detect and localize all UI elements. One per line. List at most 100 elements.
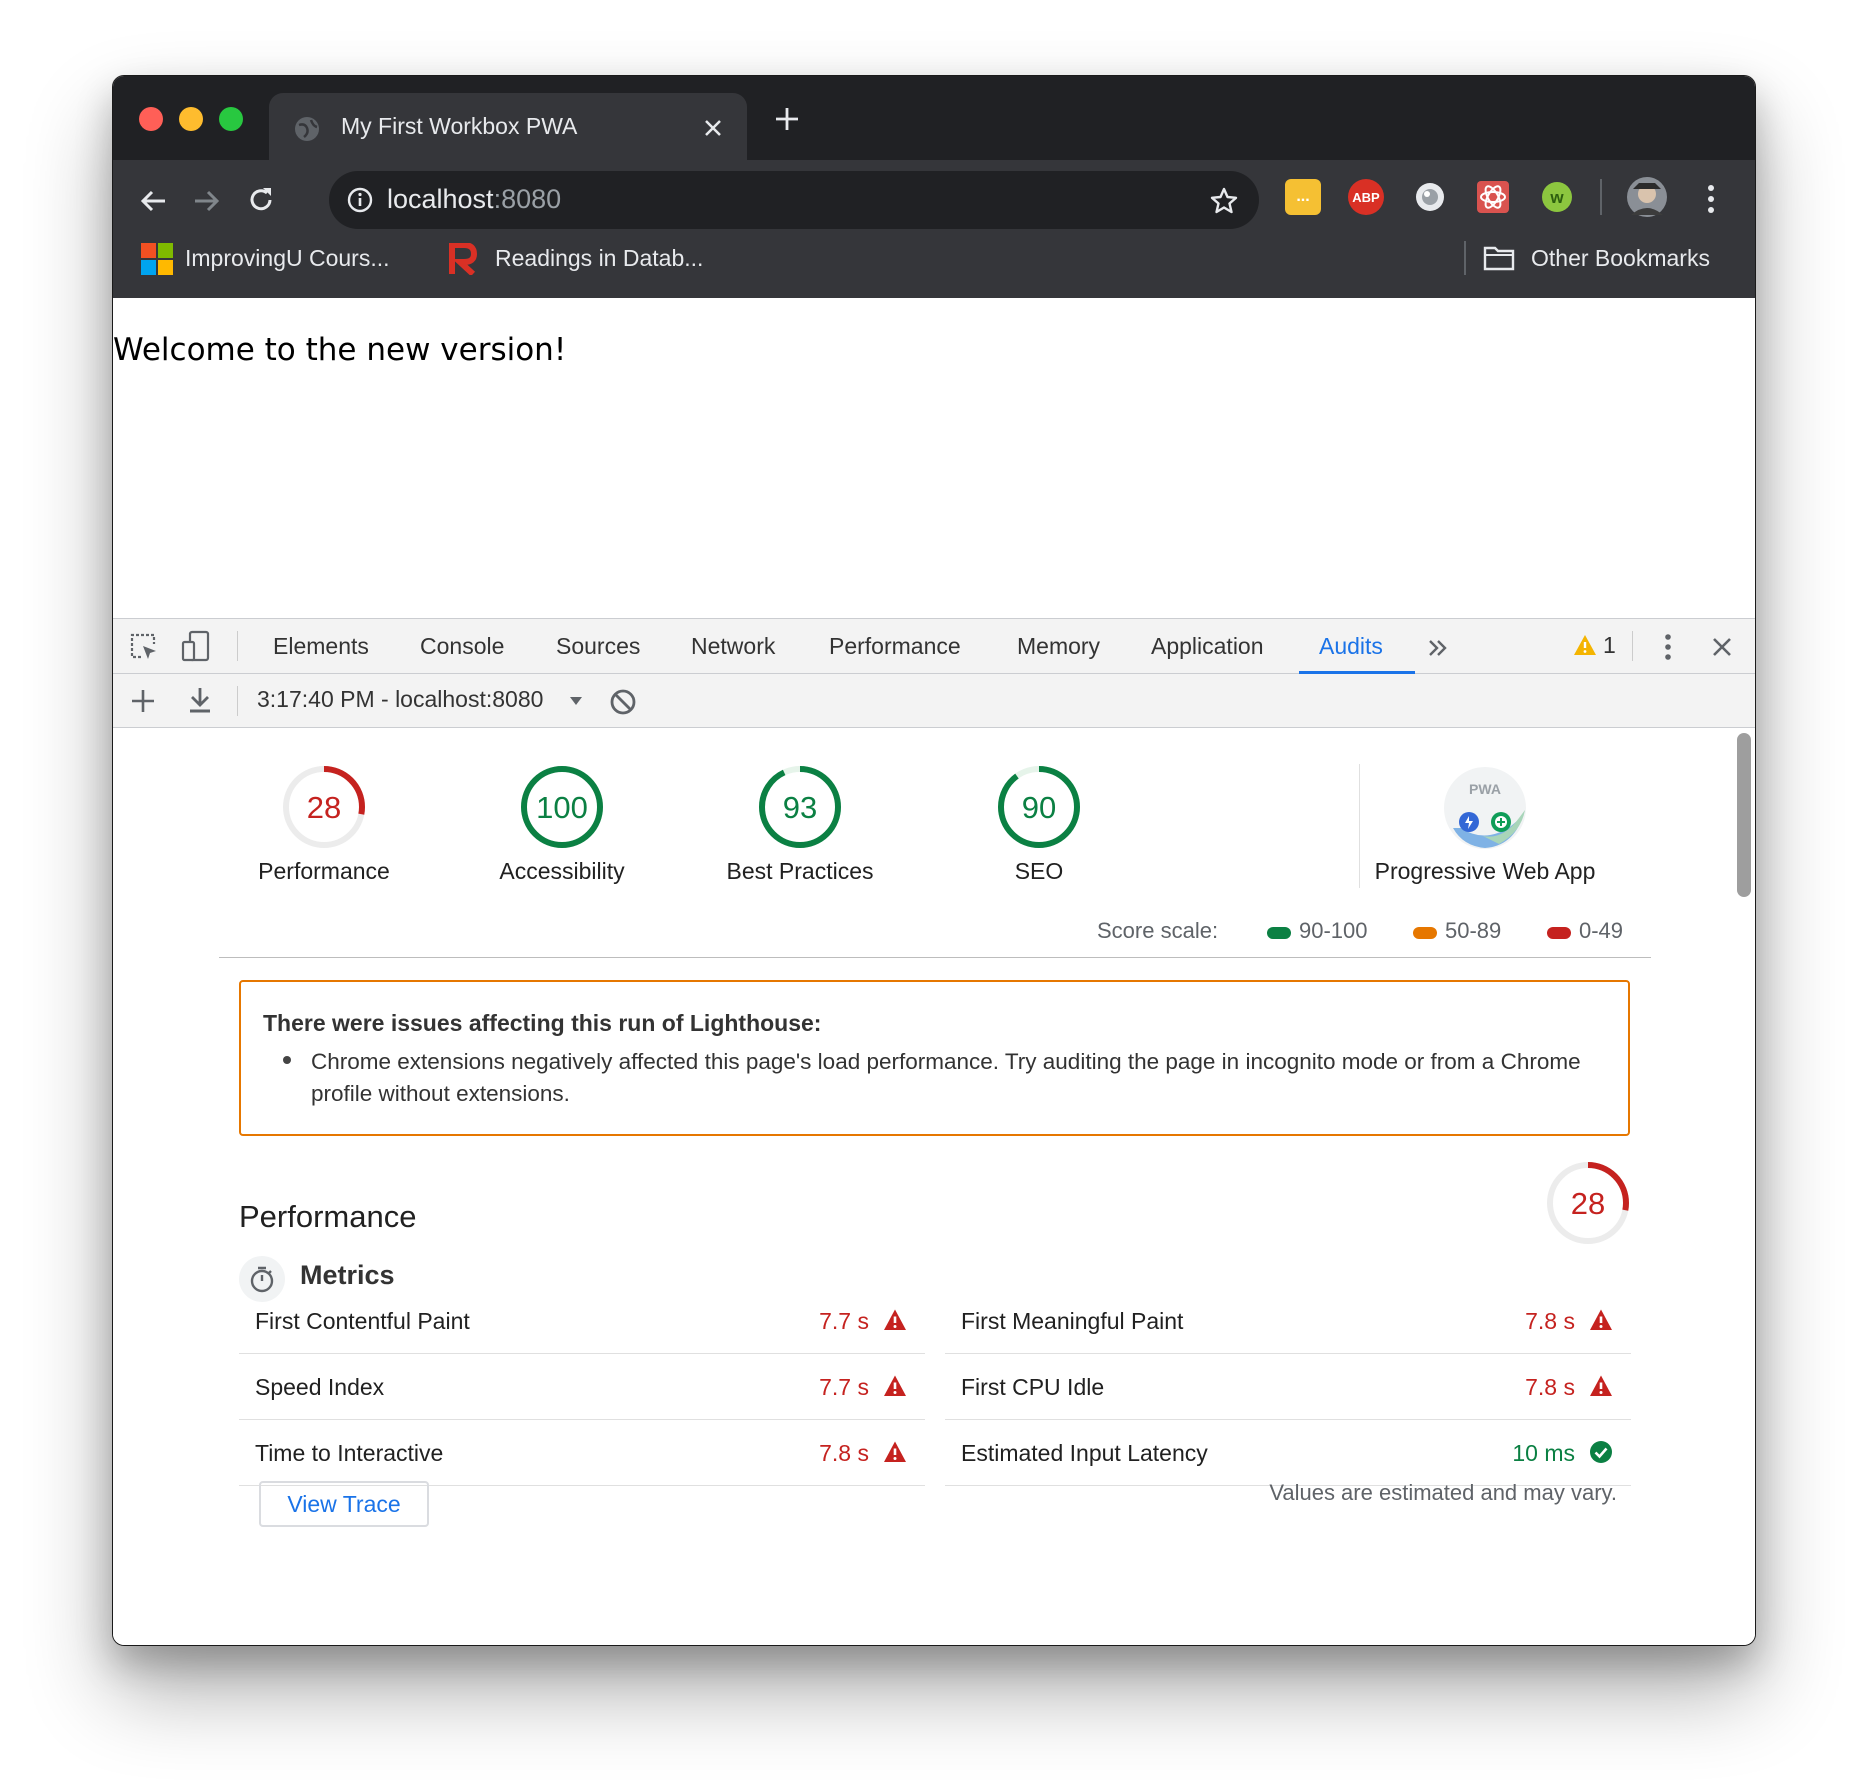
gauge-score: 93 (783, 790, 817, 825)
metric-value: 7.8 s (1525, 1308, 1575, 1334)
metric-row: Estimated Input Latency 10 ms (945, 1420, 1631, 1486)
score-scale-swatch-orange (1413, 927, 1437, 939)
report-selector-label: 3:17:40 PM - localhost:8080 (257, 686, 544, 712)
category-gauge-seo[interactable]: 90 (994, 762, 1084, 852)
tab-sources[interactable]: Sources (556, 633, 640, 660)
chevron-down-icon[interactable] (569, 696, 583, 706)
divider (237, 686, 238, 716)
category-label[interactable]: Accessibility (432, 858, 692, 885)
warning-title: There were issues affecting this run of … (263, 1010, 822, 1036)
profile-avatar[interactable] (1625, 175, 1669, 219)
tab-title: My First Workbox PWA (341, 113, 578, 139)
metric-name: Time to Interactive (255, 1440, 444, 1466)
metric-name: First Meaningful Paint (961, 1308, 1184, 1334)
divider (237, 631, 238, 661)
pwa-badge-text: PWA (1469, 781, 1501, 797)
warning-icon (1574, 635, 1596, 655)
audits-toolbar: 3:17:40 PM - localhost:8080 (113, 674, 1755, 728)
tab-memory[interactable]: Memory (1017, 633, 1100, 660)
divider (1632, 631, 1633, 661)
info-icon[interactable] (347, 187, 373, 213)
minimize-window-button[interactable] (179, 107, 203, 131)
metric-row: First Meaningful Paint 7.8 s (945, 1288, 1631, 1354)
extension-circle-icon[interactable] (1412, 179, 1448, 215)
reload-icon[interactable] (245, 184, 277, 216)
header-divider (219, 957, 1651, 958)
address-bar[interactable]: localhost:8080 (329, 171, 1259, 229)
bookmark-label: Readings in Datab... (495, 245, 704, 271)
url-port: :8080 (493, 184, 562, 214)
performance-section-title: Performance (239, 1199, 417, 1234)
microsoft-logo-icon (141, 243, 173, 275)
toolbar-divider (1600, 179, 1602, 215)
report-scrollbar[interactable] (1737, 733, 1751, 897)
category-label[interactable]: Performance (194, 858, 454, 885)
metric-value: 10 ms (1512, 1440, 1575, 1466)
score-scale-swatch-red (1547, 927, 1571, 939)
tab-elements[interactable]: Elements (273, 633, 369, 660)
desktop-stage: { "browser": { "tab_title": "My First Wo… (0, 0, 1866, 1792)
performance-score-gauge[interactable]: 28 (1543, 1158, 1633, 1248)
metrics-disclaimer: Values are estimated and may vary. (1269, 1480, 1617, 1505)
extension-dots-icon[interactable]: ... (1285, 179, 1321, 215)
new-audit-icon[interactable] (130, 688, 156, 714)
metric-row: First CPU Idle 7.8 s (945, 1354, 1631, 1420)
gauge-score: 28 (307, 790, 341, 825)
close-window-button[interactable] (139, 107, 163, 131)
chrome-menu-icon[interactable] (1705, 183, 1717, 215)
category-gauge-accessibility[interactable]: 100 (517, 762, 607, 852)
score-scale-range: 0-49 (1579, 918, 1624, 943)
metric-value: 7.7 s (819, 1374, 869, 1400)
score-scale-swatch-green (1267, 927, 1291, 939)
clear-all-icon[interactable] (609, 688, 637, 716)
gauge-score: 90 (1022, 790, 1056, 825)
pwa-badge-icon[interactable]: PWA (1443, 766, 1527, 850)
fail-triangle-icon (1590, 1375, 1612, 1396)
category-label-pwa[interactable]: Progressive Web App (1355, 858, 1615, 885)
score-scale-range: 90-100 (1299, 918, 1368, 943)
download-report-icon[interactable] (187, 686, 213, 714)
bullet (283, 1056, 291, 1064)
bookmark-star-icon[interactable] (1209, 186, 1239, 216)
device-toolbar-icon[interactable] (181, 630, 211, 662)
adblock-plus-icon[interactable]: ABP (1348, 179, 1384, 215)
category-gauge-performance[interactable]: 28 (279, 762, 369, 852)
report-selector[interactable]: 3:17:40 PM - localhost:8080 (257, 686, 543, 716)
back-icon[interactable] (139, 186, 169, 216)
forward-icon[interactable] (191, 186, 221, 216)
browser-window: My First Workbox PWA localhost:8080 ... … (112, 75, 1756, 1646)
view-trace-button[interactable]: View Trace (259, 1481, 429, 1527)
tab-audits[interactable]: Audits (1319, 633, 1383, 660)
fail-triangle-icon (884, 1309, 906, 1330)
browser-tab[interactable]: My First Workbox PWA (269, 93, 747, 163)
folder-icon (1483, 246, 1515, 271)
tab-performance[interactable]: Performance (829, 633, 961, 660)
lighthouse-warning-box: There were issues affecting this run of … (239, 980, 1630, 1136)
r-logo-icon (449, 243, 477, 275)
warning-count: 1 (1603, 632, 1616, 658)
fail-triangle-icon (884, 1375, 906, 1396)
score-scale-range: 50-89 (1445, 918, 1502, 943)
category-gauge-best-practices[interactable]: 93 (755, 762, 845, 852)
category-label[interactable]: SEO (909, 858, 1169, 885)
tab-application[interactable]: Application (1151, 633, 1264, 660)
tab-console[interactable]: Console (420, 633, 504, 660)
category-label[interactable]: Best Practices (670, 858, 930, 885)
gauge-score: 100 (536, 790, 588, 825)
inspect-element-icon[interactable] (129, 632, 159, 662)
close-tab-icon[interactable] (703, 118, 723, 138)
metric-row: Speed Index 7.7 s (239, 1354, 925, 1420)
metric-value: 7.8 s (1525, 1374, 1575, 1400)
more-tabs-icon[interactable] (1427, 637, 1449, 659)
new-tab-icon[interactable] (774, 106, 800, 132)
tab-network[interactable]: Network (691, 633, 775, 660)
zoom-window-button[interactable] (219, 107, 243, 131)
devtools-menu-icon[interactable] (1663, 632, 1673, 662)
react-devtools-icon[interactable] (1475, 179, 1511, 215)
other-bookmarks-label: Other Bookmarks (1531, 245, 1710, 271)
other-bookmarks[interactable]: Other Bookmarks (1483, 243, 1743, 275)
metric-name: First CPU Idle (961, 1374, 1105, 1400)
metric-value: 7.8 s (819, 1440, 869, 1466)
wappalyzer-icon[interactable]: w (1539, 179, 1575, 215)
close-devtools-icon[interactable] (1711, 636, 1733, 658)
